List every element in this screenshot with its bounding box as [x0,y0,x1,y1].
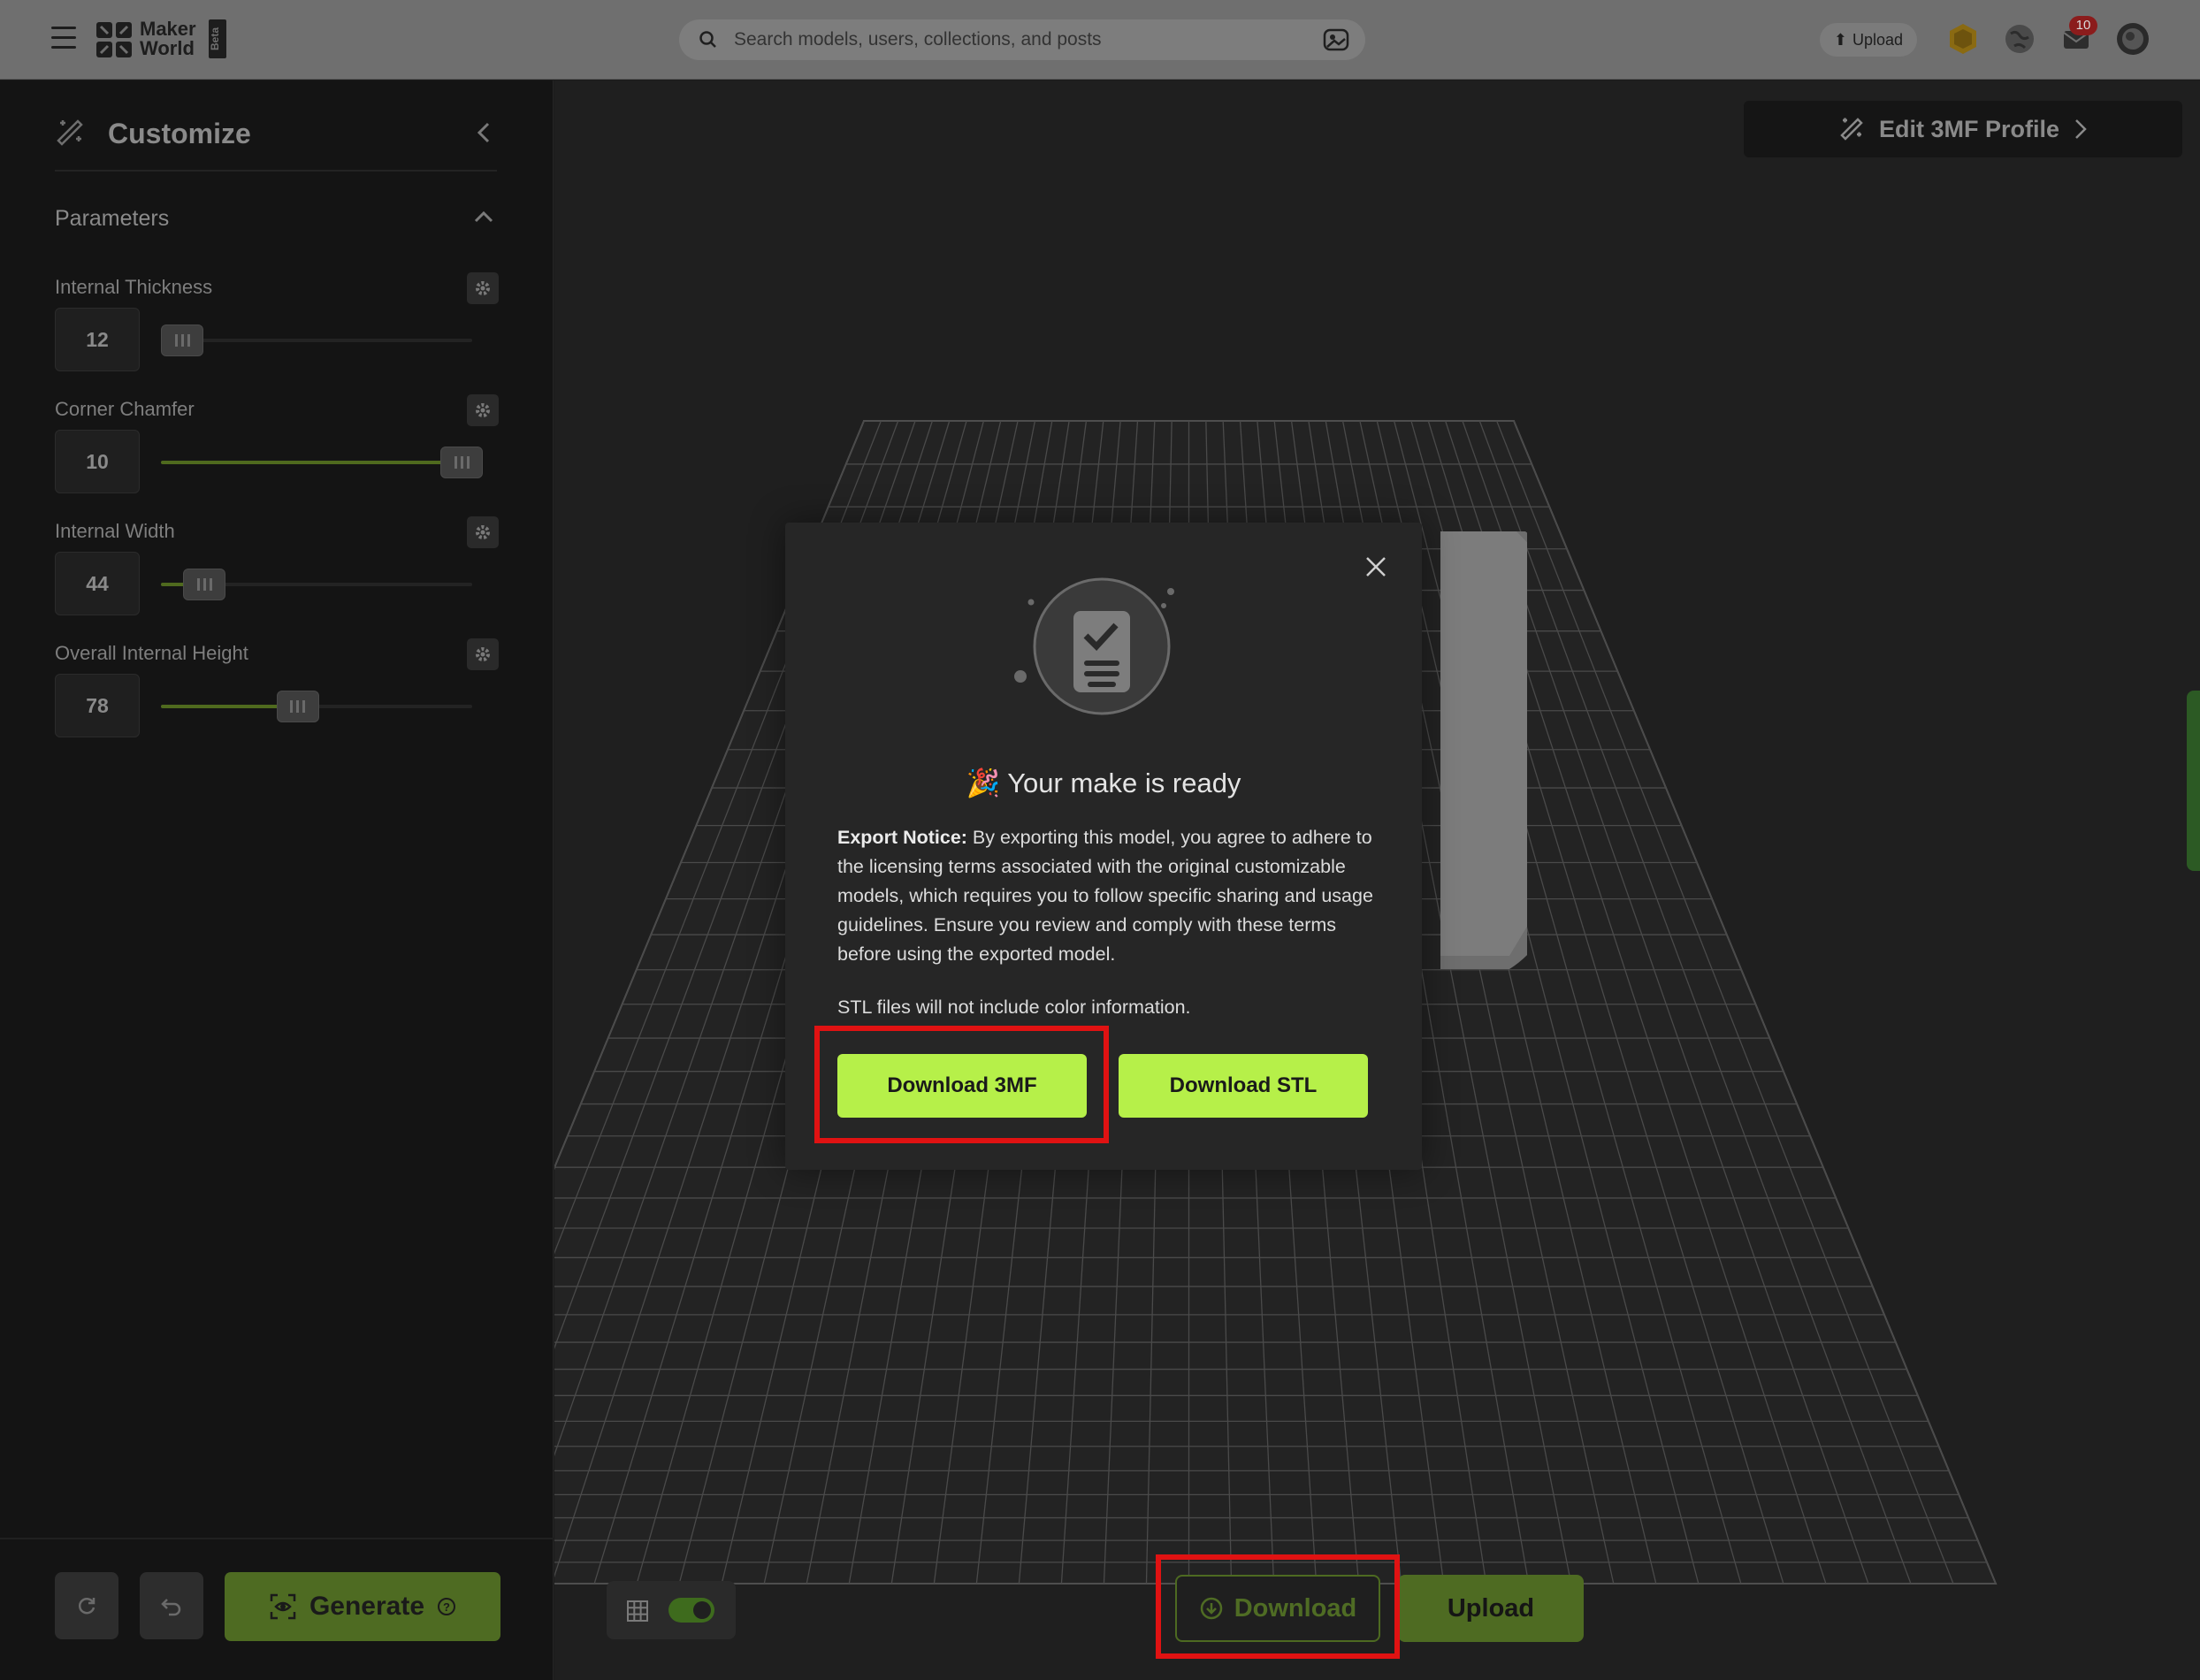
generate-button[interactable]: Generate ? [225,1572,500,1641]
user-avatar[interactable] [2115,21,2150,57]
slider-handle[interactable] [276,691,319,722]
search-input[interactable] [734,27,1282,53]
undo-icon [161,1599,181,1616]
parameter-slider[interactable] [161,691,472,722]
points-hexagon-icon[interactable] [1945,21,1981,57]
svg-text:?: ? [443,1600,450,1614]
logo-text[interactable]: Maker World [140,19,196,58]
beta-badge: Beta [209,19,226,58]
download-stl-button[interactable]: Download STL [1119,1054,1368,1118]
grid-toggle-control [607,1581,736,1639]
parameter-settings-button[interactable] [467,394,499,426]
gear-icon [476,525,490,539]
customize-icon [57,119,83,146]
edit-3mf-profile-button[interactable]: Edit 3MF Profile [1744,101,2182,157]
globe-icon[interactable] [2002,21,2037,57]
collapse-sidebar-chevron-icon[interactable] [474,119,495,146]
grid-icon[interactable] [626,1600,649,1623]
menu-icon[interactable] [51,27,76,50]
parameter-slider[interactable] [161,447,483,478]
chevron-right-icon [2075,119,2087,139]
undo-button[interactable] [140,1572,203,1639]
gear-icon [476,403,490,417]
dialog-title: 🎉 Your make is ready [966,767,1241,798]
parameter-row: Internal Width 44 [55,516,499,635]
parameter-value-input[interactable]: 12 [55,308,140,371]
customize-sidebar: Customize Parameters Internal Thickness 1… [0,80,554,1680]
parameter-settings-button[interactable] [467,272,499,304]
parameter-row: Overall Internal Height 78 [55,638,499,757]
stl-color-note: STL files will not include color informa… [837,997,1191,1018]
download-3mf-highlight [814,1026,1109,1143]
gear-icon [476,647,490,661]
parameter-name: Corner Chamfer [55,398,195,420]
parameter-settings-button[interactable] [467,516,499,548]
search-icon [699,31,716,48]
slider-handle[interactable] [440,447,483,478]
parameter-row: Corner Chamfer 10 [55,394,499,513]
help-icon[interactable]: ? [437,1597,456,1616]
parameter-row: Internal Thickness 12 [55,272,499,391]
gear-icon [476,281,490,295]
upload-button[interactable]: Upload [1398,1575,1584,1642]
close-icon[interactable] [1364,554,1388,579]
parameter-name: Internal Width [55,520,175,542]
slider-handle[interactable] [161,325,203,356]
top-navigation-bar: Maker World Beta ⬆ Upload 10 [0,0,2200,80]
notification-count-badge: 10 [2069,16,2097,35]
grid-visibility-toggle[interactable] [668,1598,714,1623]
parameter-name: Internal Thickness [55,276,213,298]
feedback-side-tab[interactable] [2187,691,2200,871]
parameters-section-label[interactable]: Parameters [55,206,169,232]
sidebar-divider [55,170,497,172]
search-bar[interactable] [679,19,1365,60]
sidebar-title: Customize [108,118,251,149]
chevron-up-icon[interactable] [472,208,495,225]
parameter-value-input[interactable]: 10 [55,430,140,493]
edit-profile-icon [1840,118,1863,141]
party-popper-icon: 🎉 [966,767,1001,798]
make-ready-illustration-icon [1014,577,1174,715]
upload-arrow-icon: ⬆ [1833,30,1848,49]
parameter-name: Overall Internal Height [55,642,248,664]
export-notice-text: Export Notice: By exporting this model, … [837,827,1373,965]
makerworld-logo-icon[interactable] [94,19,134,60]
parameter-slider[interactable] [161,569,472,600]
reset-button[interactable] [55,1572,118,1639]
parameter-slider[interactable] [161,325,472,356]
parameter-value-input[interactable]: 78 [55,674,140,737]
sidebar-footer-divider [0,1538,554,1539]
download-button-highlight [1156,1554,1400,1659]
refresh-icon [78,1598,95,1615]
image-search-icon[interactable] [1323,27,1349,52]
generate-eye-icon [270,1593,296,1620]
top-upload-button[interactable]: ⬆ Upload [1820,23,1917,57]
slider-handle[interactable] [183,569,226,600]
parameter-value-input[interactable]: 44 [55,552,140,615]
parameter-settings-button[interactable] [467,638,499,670]
slider-fill [161,461,466,464]
